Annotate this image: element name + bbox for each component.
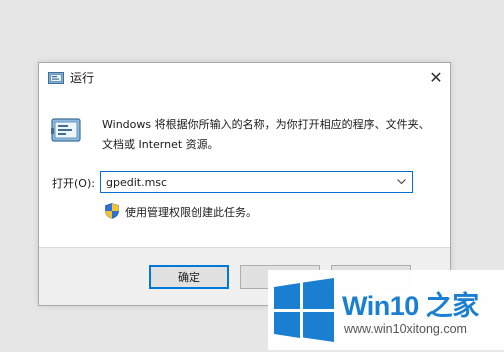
chevron-down-icon[interactable] bbox=[393, 173, 409, 191]
watermark-title: Win10 之家 bbox=[342, 291, 479, 321]
ok-button[interactable]: 确定 bbox=[149, 265, 229, 289]
close-button[interactable]: ✕ bbox=[422, 63, 450, 91]
command-input[interactable] bbox=[101, 172, 396, 192]
watermark-url: www.win10xitong.com bbox=[344, 322, 467, 336]
site-watermark: Win10 之家 www.win10xitong.com bbox=[268, 270, 504, 350]
title-bar: 运行 ✕ bbox=[39, 63, 450, 93]
admin-note: 使用管理权限创建此任务。 bbox=[125, 206, 257, 219]
command-combobox[interactable] bbox=[100, 171, 413, 193]
dialog-description: Windows 将根据你所输入的名称，为你打开相应的程序、文件夹、文档或 Int… bbox=[102, 118, 430, 151]
close-icon: ✕ bbox=[429, 67, 443, 87]
open-label: 打开(O): bbox=[52, 177, 95, 190]
run-app-icon bbox=[48, 70, 64, 84]
windows-logo-icon bbox=[272, 278, 336, 342]
run-app-icon bbox=[51, 117, 81, 143]
dialog-title: 运行 bbox=[70, 71, 95, 85]
uac-shield-icon bbox=[105, 203, 119, 219]
